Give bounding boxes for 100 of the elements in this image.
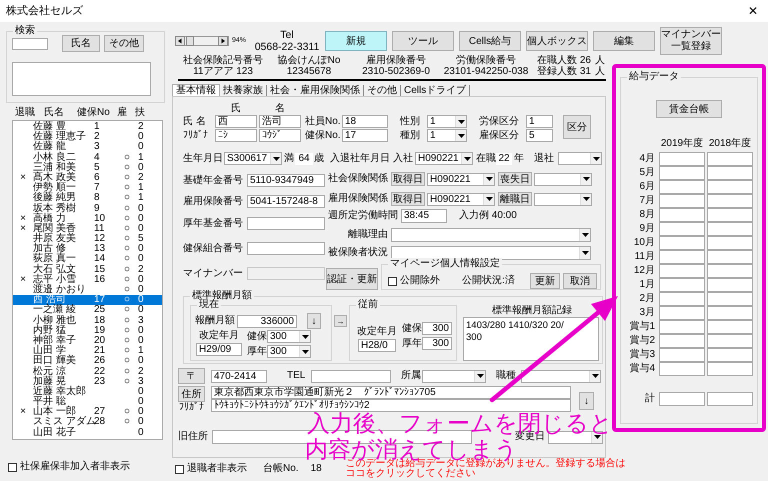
toolbar-button[interactable]: マイナンバー一覧登録	[660, 27, 722, 55]
toolbar-button[interactable]: ツール	[392, 31, 454, 51]
text-field[interactable]	[707, 264, 753, 278]
text-field[interactable]: 17	[342, 129, 388, 142]
text-field[interactable]	[707, 236, 753, 250]
text-field[interactable]	[659, 348, 705, 362]
text-field[interactable]	[659, 362, 705, 376]
text-field[interactable]	[659, 278, 705, 292]
text-field[interactable]	[247, 217, 325, 230]
text-field[interactable]	[311, 370, 391, 382]
text-field[interactable]: H29/09	[196, 343, 242, 356]
text-field[interactable]: 300	[422, 337, 452, 350]
text-field[interactable]: 38:45	[401, 209, 447, 223]
list-row[interactable]: 神部 幸子 20 ○ 0	[13, 336, 162, 346]
dropdown[interactable]	[558, 152, 602, 165]
list-row[interactable]: 小柳 雅也 18 ○ 3	[13, 316, 162, 326]
text-field[interactable]: 5041-157248-8	[247, 195, 325, 208]
list-row[interactable]: 松元 涼 22 ○ 2	[13, 366, 162, 377]
text-field[interactable]	[659, 166, 705, 180]
dropdown[interactable]: 300	[267, 330, 311, 343]
text-field[interactable]	[707, 278, 753, 292]
acquired-date-button[interactable]: 取得日	[391, 172, 425, 186]
text-field[interactable]	[247, 242, 325, 255]
text-field[interactable]	[707, 222, 753, 236]
text-field[interactable]	[707, 180, 753, 194]
checkbox[interactable]	[8, 462, 17, 472]
list-row[interactable]: スミス アダム28 ○ 0	[13, 417, 162, 428]
text-field[interactable]: 5	[526, 129, 553, 142]
text-field[interactable]	[707, 194, 753, 208]
list-row[interactable]: × 志平 小雪 16 ○ 0	[13, 274, 162, 285]
down-button[interactable]: ↓	[579, 392, 594, 410]
text-field[interactable]	[659, 152, 705, 166]
text-field[interactable]	[659, 194, 705, 208]
cancel-button[interactable]: 取消	[563, 273, 597, 289]
text-field[interactable]	[659, 264, 705, 278]
toolbar-button[interactable]: 新規	[325, 31, 388, 51]
text-field[interactable]	[659, 306, 705, 320]
end-date-button[interactable]: 喪失日	[498, 172, 532, 186]
list-row[interactable]: 内野 猛 19 ○ 0	[13, 326, 162, 336]
close-button[interactable]: ✕	[748, 4, 758, 18]
list-row[interactable]: 後藤 純男 8 ○ 1	[13, 193, 162, 204]
address-button[interactable]: 住所	[178, 386, 205, 402]
list-row[interactable]: 佐藤 龍 3 0	[13, 142, 162, 153]
text-field[interactable]	[707, 292, 753, 306]
text-field[interactable]	[659, 250, 705, 264]
list-row[interactable]: 大石 弘文 15 ○ 2	[13, 264, 162, 275]
dropdown[interactable]: 1	[427, 129, 467, 142]
text-field[interactable]: 470-2414	[211, 370, 267, 382]
dropdown[interactable]: 1	[427, 115, 467, 128]
zoom-scrollbar[interactable]	[175, 36, 229, 46]
checkbox[interactable]	[388, 276, 397, 286]
list-row[interactable]: 荻原 真一 14 ○ 0	[13, 254, 162, 265]
dropdown[interactable]: H090221	[427, 192, 495, 206]
toolbar-button[interactable]: 個人ボックス	[526, 31, 588, 51]
last-name-field[interactable]: 西	[215, 115, 257, 128]
text-field[interactable]	[707, 348, 753, 362]
text-field[interactable]	[707, 306, 753, 320]
list-row[interactable]: 一之瀬 綾 25 ○ 0	[13, 305, 162, 316]
amount-field[interactable]: 336000	[237, 314, 297, 328]
text-field[interactable]	[707, 362, 753, 376]
text-area[interactable]: 1403/280 1410/320 20/ 300	[463, 317, 599, 361]
list-row[interactable]: 坂本 秀樹 9 ○ 0	[13, 204, 162, 214]
text-field[interactable]	[707, 152, 753, 166]
text-field[interactable]	[707, 250, 753, 264]
last-name-kana-field[interactable]: ﾆｼ	[215, 129, 257, 142]
name-search-button[interactable]: 氏名	[62, 35, 100, 52]
address-kana-field[interactable]: ﾄｳｷｮｳﾄﾆｼﾄｳｷｮｳｼｶﾞｸｴﾝﾄﾞｵﾘﾁｮｳｼﾝｺｳ2	[211, 399, 571, 412]
first-name-field[interactable]: 浩司	[259, 115, 301, 128]
tab[interactable]: 基本情報	[172, 84, 220, 96]
text-field[interactable]: H28/0	[358, 339, 396, 352]
text-field[interactable]	[707, 392, 753, 406]
list-row[interactable]: 小林 良二 4 ○ 1	[13, 152, 162, 163]
postal-code-button[interactable]: 〒	[178, 368, 205, 384]
text-field[interactable]	[707, 166, 753, 180]
list-row[interactable]: 三浦 和美 5 ○ 0	[13, 162, 162, 173]
text-field[interactable]	[707, 320, 753, 334]
toolbar-button[interactable]: Cells給与	[459, 31, 522, 51]
list-row[interactable]: 渡邉 かおり ○ 0	[13, 285, 162, 296]
dropdown[interactable]: 300	[267, 345, 311, 358]
dropdown[interactable]: S300617	[224, 152, 282, 165]
list-row[interactable]: × 山本 一郎 27 ○ 0	[13, 407, 162, 418]
list-row[interactable]: 田口 輝美 26 ○ 0	[13, 356, 162, 366]
down-button[interactable]: ↓	[307, 313, 321, 329]
text-field[interactable]	[707, 334, 753, 348]
toolbar-button[interactable]: 編集	[593, 31, 656, 51]
first-name-kana-field[interactable]: ｺｳｼﾞ	[259, 129, 301, 142]
other-search-button[interactable]: その他	[104, 35, 144, 52]
list-row[interactable]: 山田 花子 0	[13, 428, 162, 438]
text-field[interactable]: 5110-9347949	[247, 174, 325, 187]
text-field[interactable]	[659, 334, 705, 348]
text-field[interactable]: 300	[422, 322, 452, 335]
wage-ledger-button[interactable]: 賃金台帳	[656, 100, 722, 118]
update-button[interactable]: 更新	[530, 273, 560, 289]
text-field[interactable]	[659, 208, 705, 222]
end-date-button[interactable]: 離職日	[498, 192, 532, 206]
text-field[interactable]: 18	[342, 115, 388, 128]
dropdown[interactable]: H090221	[415, 152, 473, 165]
text-field[interactable]: 1	[526, 115, 553, 128]
acquired-date-button[interactable]: 取得日	[391, 192, 425, 206]
search-field[interactable]	[12, 38, 48, 50]
